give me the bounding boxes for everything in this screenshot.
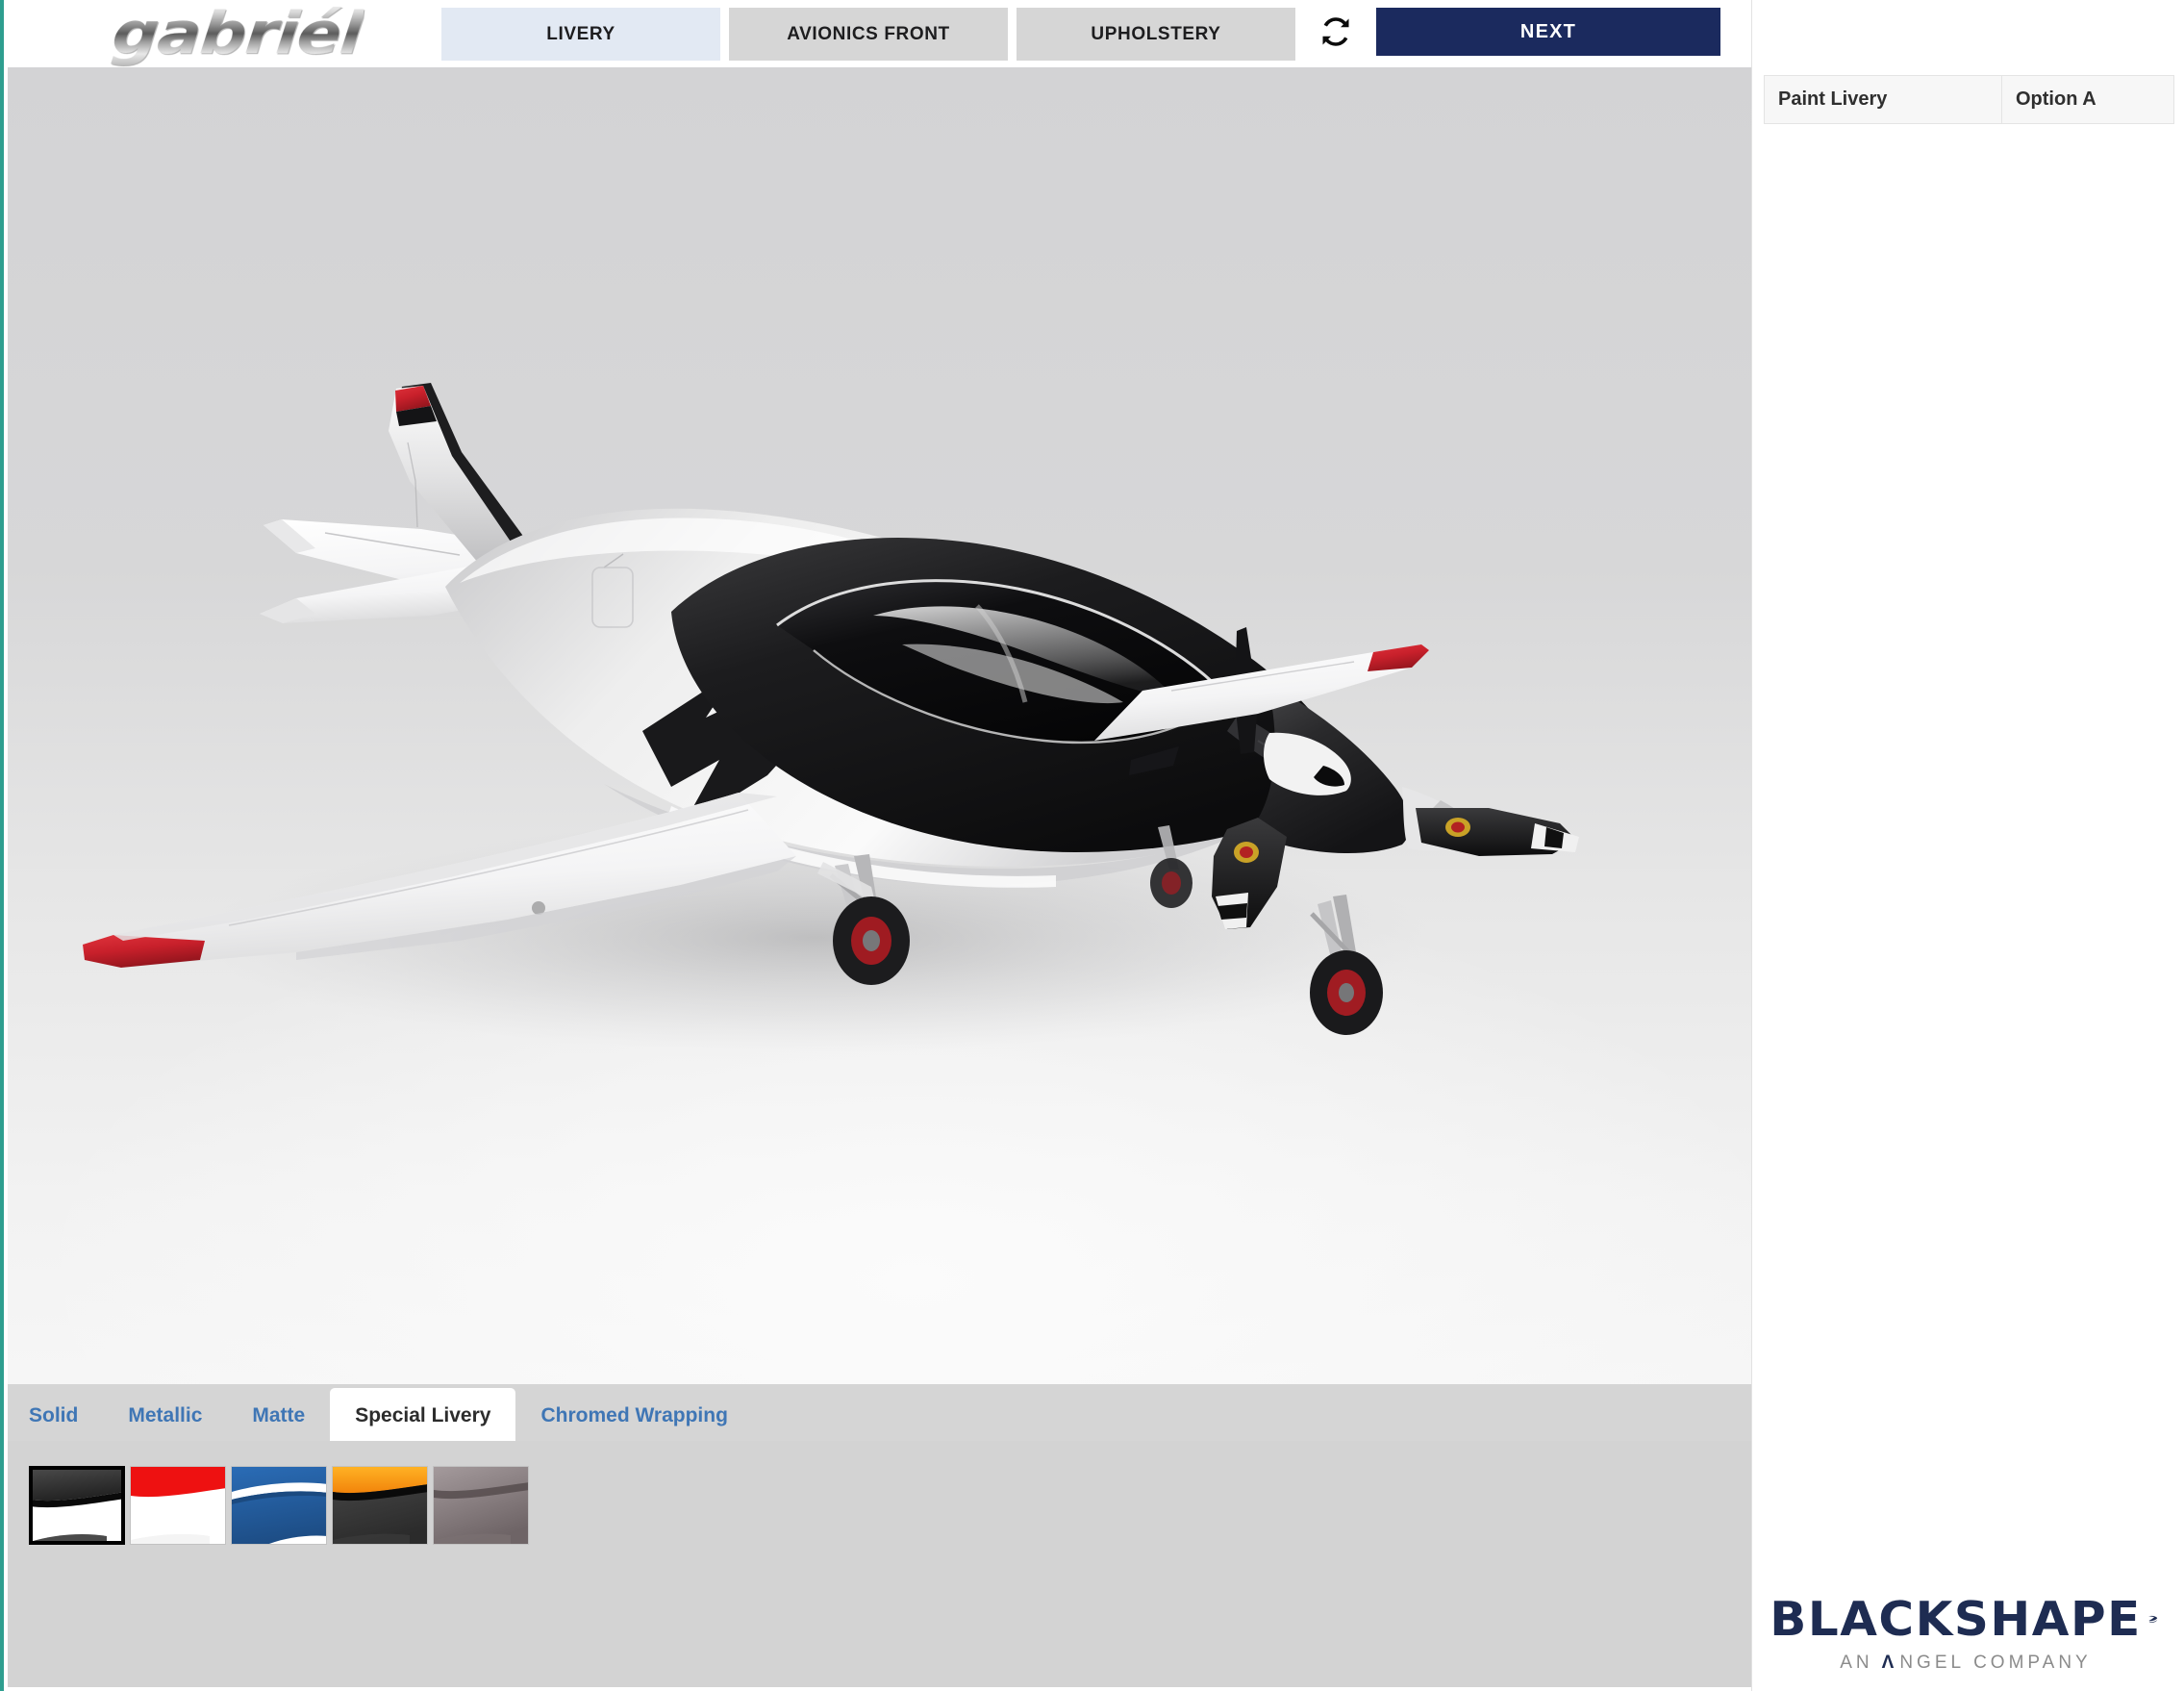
tagline-brand-rest: NGEL xyxy=(1899,1653,1966,1673)
refresh-button[interactable] xyxy=(1317,13,1355,51)
table-row: Paint Livery Option A xyxy=(1764,75,2174,124)
summary-label-paint-livery: Paint Livery xyxy=(1764,75,2002,124)
refresh-icon xyxy=(1322,17,1349,46)
configuration-summary-table: Paint Livery Option A xyxy=(1764,75,2174,124)
blackshape-wing-icon xyxy=(2148,1615,2158,1623)
finish-type-tab-bar: Solid Metallic Matte Special Livery Chro… xyxy=(8,1384,1751,1441)
swatch-blue-white-livery[interactable] xyxy=(231,1466,327,1545)
tagline-suffix: COMPANY xyxy=(1973,1653,2092,1673)
left-wingtip-red xyxy=(83,935,205,968)
tagline-brand-angel: Λ NGEL xyxy=(1882,1653,1965,1674)
configurator-app: gabriél LIVERY AVIONICS FRONT UPHOLSTERY… xyxy=(0,0,2184,1691)
blackshape-wordmark: BLACKSHAPE xyxy=(1770,1591,2158,1647)
swatch-red-white-livery[interactable] xyxy=(130,1466,226,1545)
finish-tab-solid[interactable]: Solid xyxy=(8,1392,103,1441)
right-wingtip-red xyxy=(1368,644,1429,671)
header-actions: NEXT xyxy=(1317,0,1720,56)
finish-tab-special-livery[interactable]: Special Livery xyxy=(330,1388,516,1441)
swatch-taupe-livery[interactable] xyxy=(433,1466,529,1545)
aircraft-render xyxy=(83,383,1579,1053)
angel-a-icon: Λ xyxy=(1881,1653,1898,1673)
finish-tab-metallic[interactable]: Metallic xyxy=(103,1392,227,1441)
tab-upholstery[interactable]: UPHOLSTERY xyxy=(1017,8,1295,61)
blackshape-name: BLACKSHAPE xyxy=(1770,1591,2142,1647)
brand-logo-text: gabriél xyxy=(109,0,365,67)
summary-value-paint-livery: Option A xyxy=(2001,75,2174,124)
finish-tab-matte[interactable]: Matte xyxy=(227,1392,330,1441)
tab-avionics-front[interactable]: AVIONICS FRONT xyxy=(729,8,1008,61)
blackshape-logo: BLACKSHAPE AN Λ NGEL COMPANY xyxy=(1770,1591,2158,1674)
next-button[interactable]: NEXT xyxy=(1376,8,1720,56)
summary-sidebar: Paint Livery Option A BLACKSHAPE AN Λ NGE… xyxy=(1751,0,2184,1691)
finish-tab-chromed-wrapping[interactable]: Chromed Wrapping xyxy=(515,1392,752,1441)
tab-livery[interactable]: LIVERY xyxy=(441,8,720,61)
tagline-prefix: AN xyxy=(1840,1653,1873,1673)
brand-logo: gabriél xyxy=(4,0,441,67)
aircraft-3d-viewport[interactable] xyxy=(8,67,1751,1384)
swatch-row xyxy=(29,1466,1751,1545)
livery-swatch-panel xyxy=(8,1441,1751,1687)
blackshape-tagline: AN Λ NGEL COMPANY xyxy=(1773,1653,2158,1674)
swatch-orange-grey-livery[interactable] xyxy=(332,1466,428,1545)
swatch-black-white-livery[interactable] xyxy=(29,1466,125,1545)
main-tab-bar: LIVERY AVIONICS FRONT UPHOLSTERY xyxy=(441,0,1295,61)
